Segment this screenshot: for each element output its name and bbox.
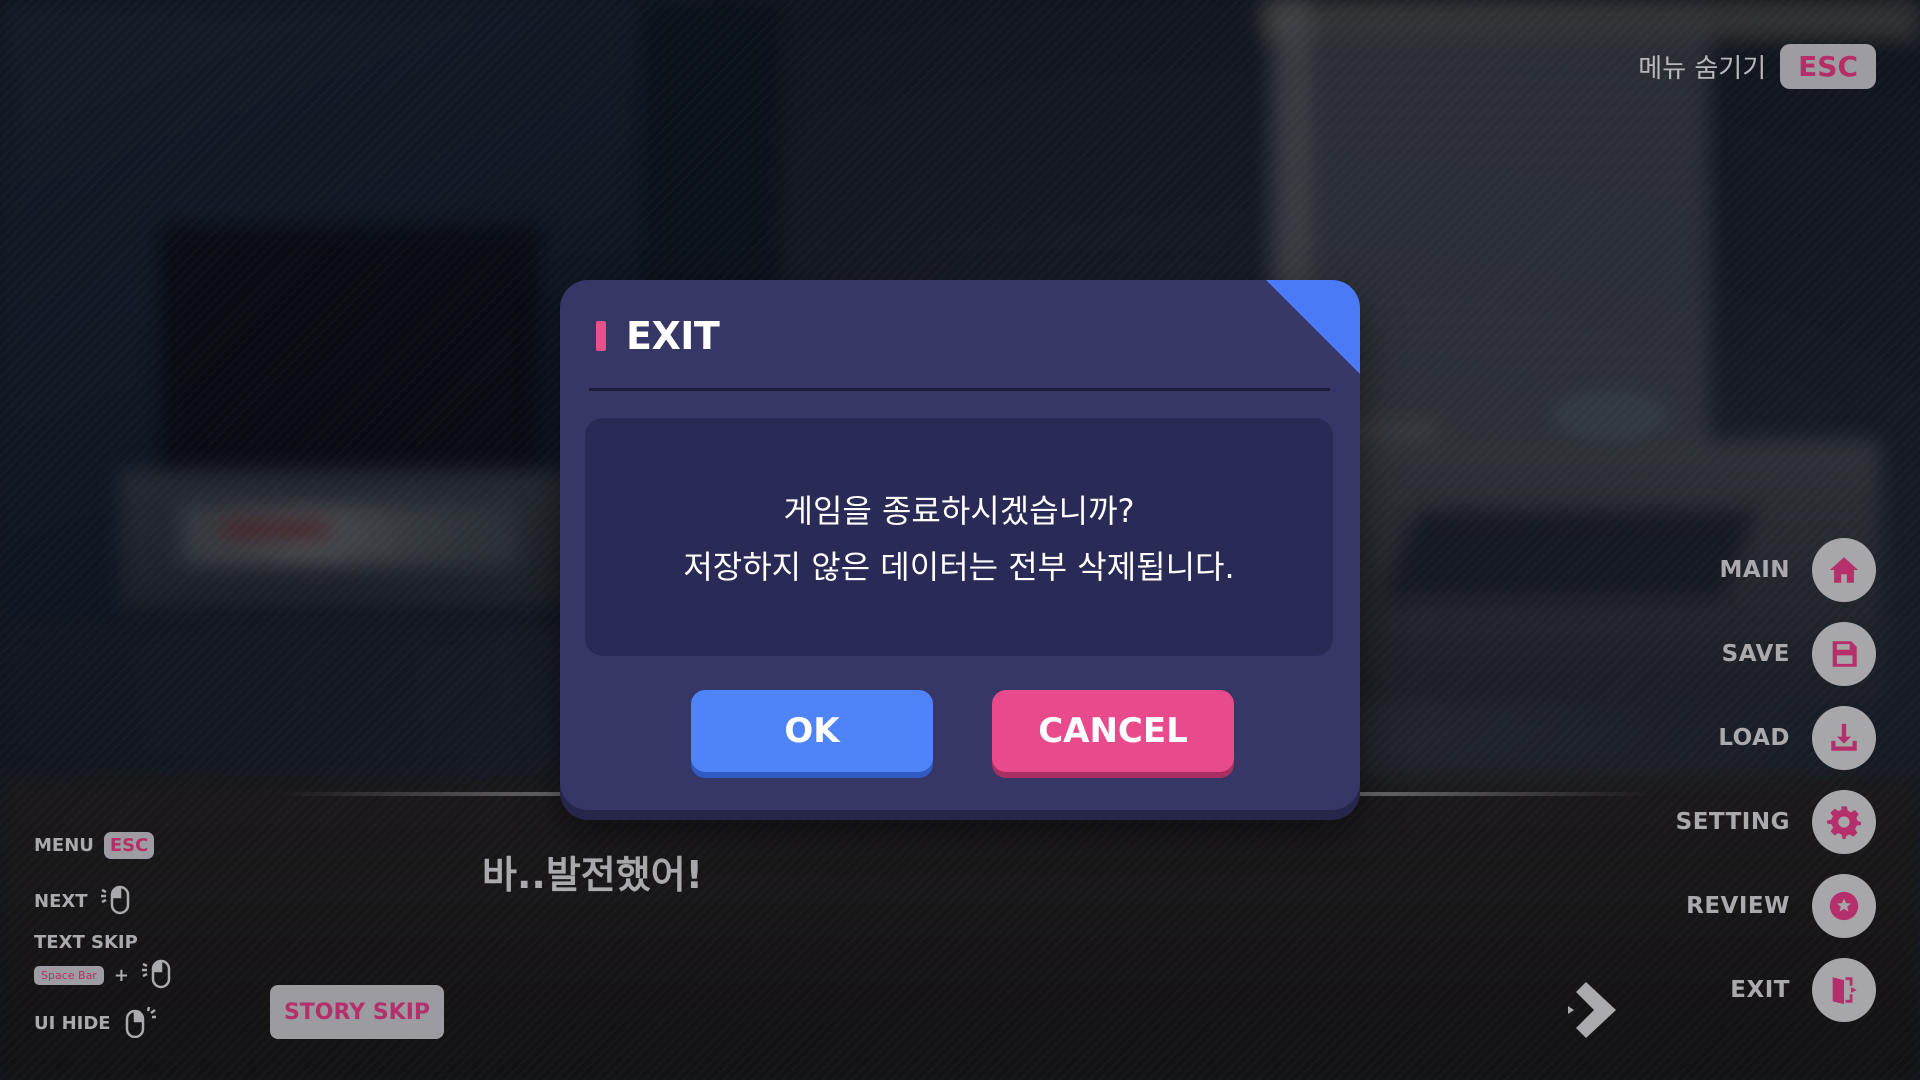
menu-item-setting[interactable]: SETTING bbox=[1676, 790, 1876, 854]
menu-item-label: LOAD bbox=[1718, 725, 1790, 751]
review-icon bbox=[1812, 874, 1876, 938]
menu-item-label: REVIEW bbox=[1686, 893, 1790, 919]
dialog-title: EXIT bbox=[626, 314, 720, 358]
dialog-message-line-2: 저장하지 않은 데이터는 전부 삭제됩니다. bbox=[683, 548, 1235, 586]
dialogue-divider-left bbox=[280, 792, 580, 796]
mouse-right-click-icon bbox=[121, 1004, 159, 1042]
exit-door-icon bbox=[1812, 958, 1876, 1022]
download-icon bbox=[1812, 706, 1876, 770]
dialog-message-line-1: 게임을 종료하시겠습니까? bbox=[783, 492, 1135, 530]
control-ui-hide-label: UI HIDE bbox=[34, 1012, 111, 1034]
esc-key-badge: ESC bbox=[1780, 44, 1876, 89]
plus-sign: + bbox=[113, 964, 129, 986]
dialog-message-box: 게임을 종료하시겠습니까? 저장하지 않은 데이터는 전부 삭제됩니다. bbox=[585, 418, 1333, 656]
cancel-button[interactable]: CANCEL bbox=[992, 690, 1234, 772]
control-text-skip-label: TEXT SKIP bbox=[34, 932, 138, 953]
home-icon bbox=[1812, 538, 1876, 602]
ok-button[interactable]: OK bbox=[691, 690, 933, 772]
menu-item-review[interactable]: REVIEW bbox=[1686, 874, 1876, 938]
dialog-header: EXIT bbox=[596, 314, 720, 358]
menu-hide-label: 메뉴 숨기기 bbox=[1638, 54, 1767, 84]
mouse-left-click-icon bbox=[139, 956, 177, 994]
control-menu: MENU ESC bbox=[34, 832, 155, 859]
control-text-skip: TEXT SKIP bbox=[34, 932, 138, 953]
mouse-left-click-icon bbox=[98, 882, 136, 920]
menu-item-label: MAIN bbox=[1719, 557, 1790, 583]
gear-icon bbox=[1812, 790, 1876, 854]
menu-item-load[interactable]: LOAD bbox=[1718, 706, 1876, 770]
control-menu-label: MENU bbox=[34, 835, 94, 856]
space-bar-badge: Space Bar bbox=[34, 965, 104, 985]
exit-dialog: EXIT 게임을 종료하시겠습니까? 저장하지 않은 데이터는 전부 삭제됩니다… bbox=[560, 280, 1360, 810]
title-accent-bar bbox=[596, 321, 606, 351]
control-next: NEXT bbox=[34, 882, 136, 920]
header-divider bbox=[589, 388, 1330, 391]
esc-key-badge: ESC bbox=[103, 832, 155, 859]
dialogue-text: 바..발전했어! bbox=[482, 853, 704, 897]
story-skip-button[interactable]: STORY SKIP bbox=[270, 985, 444, 1039]
control-next-label: NEXT bbox=[34, 890, 88, 912]
menu-item-label: SAVE bbox=[1721, 641, 1790, 667]
dialogue-divider-right bbox=[1350, 792, 1650, 796]
control-text-skip-keys: Space Bar + bbox=[34, 956, 177, 994]
menu-item-label: SETTING bbox=[1675, 809, 1790, 835]
corner-accent bbox=[1266, 280, 1360, 374]
menu-item-main[interactable]: MAIN bbox=[1719, 538, 1876, 602]
next-arrow-icon[interactable] bbox=[1566, 980, 1630, 1040]
menu-item-label: EXIT bbox=[1730, 977, 1790, 1003]
save-icon bbox=[1812, 622, 1876, 686]
menu-item-save[interactable]: SAVE bbox=[1722, 622, 1876, 686]
control-ui-hide: UI HIDE bbox=[34, 1004, 159, 1042]
menu-item-exit[interactable]: EXIT bbox=[1730, 958, 1876, 1022]
menu-hide-toggle[interactable]: 메뉴 숨기기 ESC bbox=[1638, 44, 1876, 89]
